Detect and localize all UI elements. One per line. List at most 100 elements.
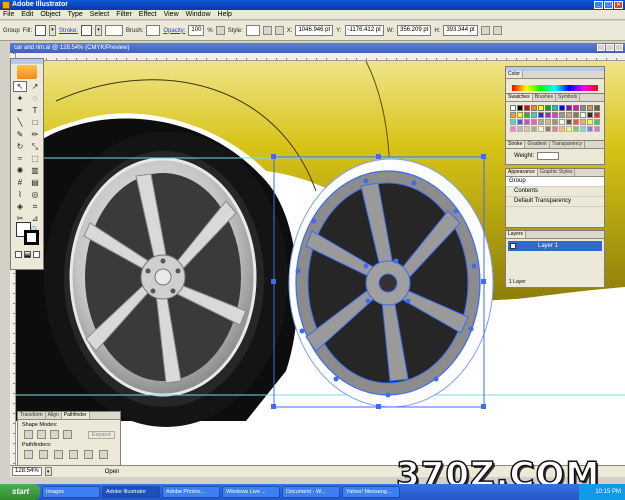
swatch[interactable] xyxy=(559,119,565,125)
stroke-weight-field[interactable] xyxy=(105,25,124,36)
status-open[interactable]: Open xyxy=(105,466,120,478)
warp-tool-icon[interactable]: ≈ xyxy=(13,153,27,164)
tab-color[interactable]: Color xyxy=(506,71,523,78)
rectangle-tool-icon[interactable]: □ xyxy=(28,117,42,128)
fill-swatch[interactable] xyxy=(35,25,47,36)
fill-stroke-widget[interactable] xyxy=(16,222,40,246)
eyedropper-tool-icon[interactable]: ⌇ xyxy=(13,189,27,200)
menu-view[interactable]: View xyxy=(164,11,179,18)
mesh-tool-icon[interactable]: # xyxy=(13,177,27,188)
swatch[interactable] xyxy=(566,112,572,118)
document-title-bar[interactable]: car and rim.ai @ 128.54% (CMYK/Preview) xyxy=(10,43,625,53)
transform-icon[interactable] xyxy=(480,26,490,35)
opacity-label[interactable]: Opacity: xyxy=(163,28,185,34)
tab-align[interactable]: Align xyxy=(46,412,62,419)
swatch[interactable] xyxy=(573,112,579,118)
color-spectrum-bar[interactable] xyxy=(512,85,598,91)
swatch[interactable] xyxy=(594,126,600,132)
paintbrush-tool-icon[interactable]: ✎ xyxy=(13,129,27,140)
stroke-label[interactable]: Stroke: xyxy=(59,28,78,34)
crop-tool-icon[interactable]: ⌗ xyxy=(28,201,42,212)
swatch[interactable] xyxy=(517,119,523,125)
direct-selection-tool-icon[interactable]: ↗ xyxy=(28,81,42,92)
doc-minimize-icon[interactable] xyxy=(597,44,605,51)
appearance-row-contents[interactable]: Contents xyxy=(506,187,604,197)
swatch[interactable] xyxy=(524,126,530,132)
menu-edit[interactable]: Edit xyxy=(21,11,33,18)
stroke-dropdown[interactable]: ▾ xyxy=(95,25,103,36)
free-transform-tool-icon[interactable]: ⬚ xyxy=(28,153,42,164)
doc-close-icon[interactable] xyxy=(615,44,623,51)
expand-button[interactable]: Expand xyxy=(88,430,115,439)
swatch[interactable] xyxy=(594,112,600,118)
gradient-mode-icon[interactable] xyxy=(24,251,31,258)
line-tool-icon[interactable]: ╲ xyxy=(13,117,27,128)
swatch[interactable] xyxy=(545,105,551,111)
zoom-field[interactable]: 128.54% xyxy=(12,467,42,476)
swatch[interactable] xyxy=(538,119,544,125)
swatch[interactable] xyxy=(566,119,572,125)
panel-menu-icon[interactable] xyxy=(492,26,502,35)
menu-type[interactable]: Type xyxy=(68,11,83,18)
tab-gradient[interactable]: Gradient xyxy=(525,141,550,148)
swatch[interactable] xyxy=(517,126,523,132)
swatch[interactable] xyxy=(594,119,600,125)
start-button[interactable]: start xyxy=(0,484,40,500)
selection-tool-icon[interactable]: ↖ xyxy=(13,81,27,92)
swatch[interactable] xyxy=(552,105,558,111)
task-images[interactable]: Images xyxy=(42,486,100,498)
swatch[interactable] xyxy=(580,112,586,118)
tab-brushes[interactable]: Brushes xyxy=(533,94,557,101)
swatch[interactable] xyxy=(545,112,551,118)
swatch[interactable] xyxy=(531,126,537,132)
menu-file[interactable]: File xyxy=(3,11,14,18)
menu-help[interactable]: Help xyxy=(218,11,232,18)
pencil-tool-icon[interactable]: ✏ xyxy=(28,129,42,140)
swatch[interactable] xyxy=(566,126,572,132)
swatch[interactable] xyxy=(531,119,537,125)
swatch[interactable] xyxy=(580,119,586,125)
swatch[interactable] xyxy=(587,105,593,111)
lasso-tool-icon[interactable]: ◌ xyxy=(28,93,42,104)
swatch[interactable] xyxy=(517,112,523,118)
swatch[interactable] xyxy=(587,119,593,125)
tab-layers[interactable]: Layers xyxy=(506,231,527,238)
swatch[interactable] xyxy=(531,105,537,111)
swatch[interactable] xyxy=(594,105,600,111)
swatch[interactable] xyxy=(517,105,523,111)
swatch[interactable] xyxy=(538,126,544,132)
brush-field[interactable] xyxy=(146,25,161,36)
zoom-dropdown[interactable]: ▾ xyxy=(44,467,52,476)
swatch[interactable] xyxy=(545,119,551,125)
swatch[interactable] xyxy=(559,112,565,118)
title-bar[interactable]: Adobe Illustrator _ □ × xyxy=(0,0,625,10)
swatch[interactable] xyxy=(545,126,551,132)
color-mode-icon[interactable] xyxy=(15,251,22,258)
appearance-row-group[interactable]: Group xyxy=(506,177,604,187)
tab-swatches[interactable]: Swatches xyxy=(506,94,533,101)
y-field[interactable]: -1176.412 pt xyxy=(344,25,384,36)
divide-icon[interactable] xyxy=(24,450,33,459)
swatch[interactable] xyxy=(538,105,544,111)
outline-icon[interactable] xyxy=(84,450,93,459)
tab-stroke[interactable]: Stroke xyxy=(506,141,526,148)
layer-row[interactable]: Layer 1 xyxy=(508,241,602,251)
fill-dropdown[interactable]: ▾ xyxy=(49,25,57,36)
swatch[interactable] xyxy=(510,126,516,132)
swatch[interactable] xyxy=(573,119,579,125)
align-icon[interactable] xyxy=(262,26,272,35)
swatch[interactable] xyxy=(552,126,558,132)
tab-pathfinder[interactable]: Pathfinder xyxy=(61,412,90,419)
swatch[interactable] xyxy=(552,112,558,118)
tab-graphic-styles[interactable]: Graphic Styles xyxy=(538,169,576,176)
doc-maximize-icon[interactable] xyxy=(606,44,614,51)
swatch[interactable] xyxy=(559,126,565,132)
merge-icon[interactable] xyxy=(54,450,63,459)
pen-tool-icon[interactable]: ✒ xyxy=(13,105,27,116)
exclude-shape-icon[interactable] xyxy=(63,430,72,439)
tab-transform[interactable]: Transform xyxy=(18,412,46,419)
subtract-shape-icon[interactable] xyxy=(37,430,46,439)
stroke-color-box[interactable] xyxy=(24,230,39,245)
tools-panel-grip[interactable] xyxy=(11,59,43,64)
crop-icon[interactable] xyxy=(69,450,78,459)
